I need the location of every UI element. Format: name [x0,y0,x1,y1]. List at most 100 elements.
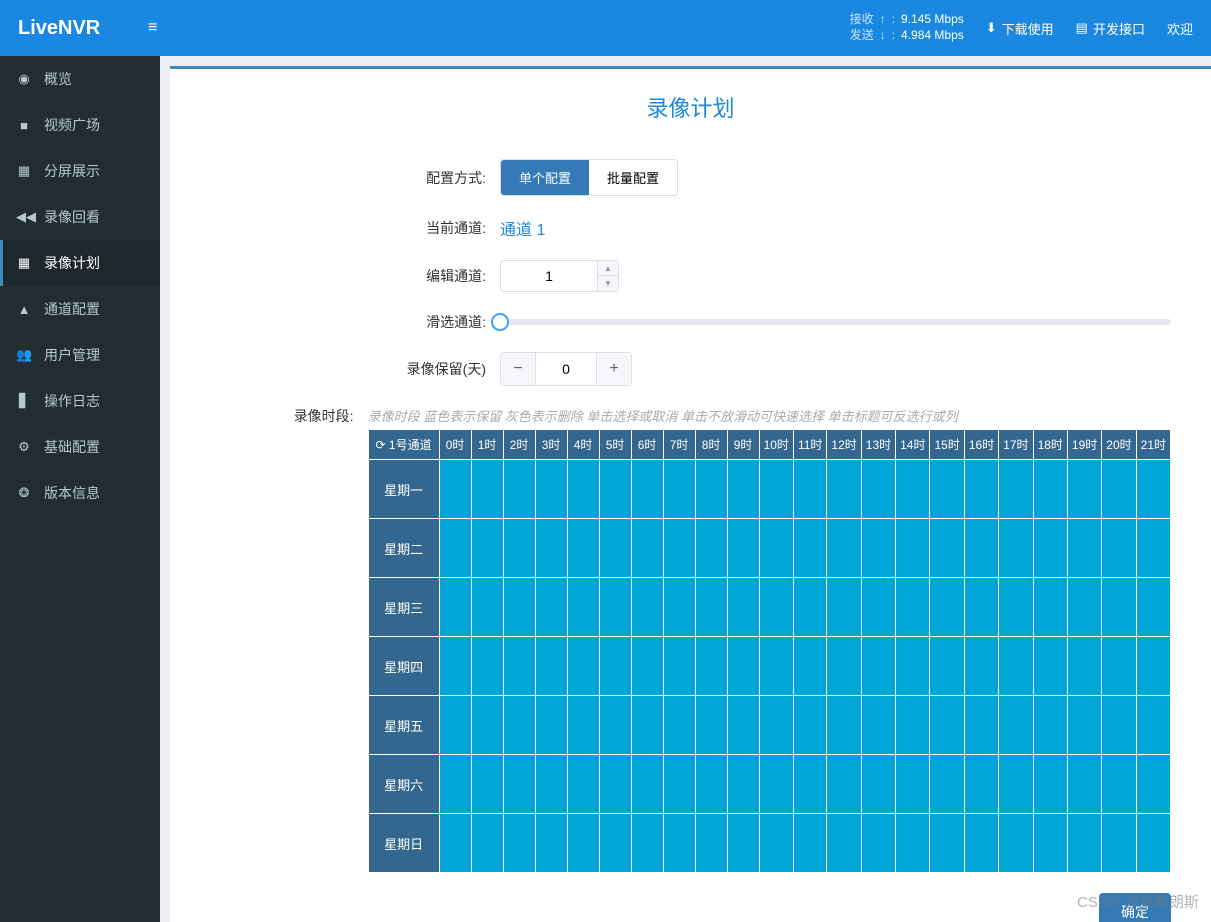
schedule-cell[interactable] [696,755,727,813]
schedule-cell[interactable] [1034,578,1067,636]
schedule-cell[interactable] [999,637,1032,695]
schedule-cell[interactable] [632,814,663,872]
schedule-cell[interactable] [896,578,929,636]
schedule-cell[interactable] [600,755,631,813]
schedule-cell[interactable] [930,578,963,636]
day-header-0[interactable]: 星期一 [369,460,439,518]
schedule-cell[interactable] [664,578,695,636]
schedule-cell[interactable] [999,578,1032,636]
schedule-cell[interactable] [664,460,695,518]
hour-header-20[interactable]: 20时 [1102,430,1135,459]
schedule-cell[interactable] [728,814,759,872]
schedule-cell[interactable] [664,696,695,754]
schedule-cell[interactable] [440,637,471,695]
schedule-cell[interactable] [1068,755,1101,813]
sidebar-item-8[interactable]: ⚙基础配置 [0,424,160,470]
schedule-cell[interactable] [440,696,471,754]
sidebar-item-0[interactable]: ◉概览 [0,56,160,102]
schedule-cell[interactable] [794,578,826,636]
schedule-cell[interactable] [696,814,727,872]
sidebar-item-5[interactable]: ▲通道配置 [0,286,160,332]
hour-header-2[interactable]: 2时 [504,430,535,459]
schedule-cell[interactable] [568,755,599,813]
schedule-cell[interactable] [862,460,895,518]
schedule-cell[interactable] [1137,814,1170,872]
schedule-cell[interactable] [536,578,567,636]
schedule-cell[interactable] [536,814,567,872]
schedule-cell[interactable] [696,460,727,518]
schedule-cell[interactable] [664,755,695,813]
hour-header-5[interactable]: 5时 [600,430,631,459]
schedule-cell[interactable] [1034,637,1067,695]
schedule-cell[interactable] [930,696,963,754]
schedule-cell[interactable] [696,637,727,695]
schedule-cell[interactable] [696,519,727,577]
channel-slider[interactable] [500,319,1171,325]
schedule-cell[interactable] [760,696,793,754]
schedule-cell[interactable] [862,755,895,813]
schedule-cell[interactable] [999,519,1032,577]
schedule-cell[interactable] [896,814,929,872]
schedule-cell[interactable] [472,696,503,754]
schedule-cell[interactable] [1034,755,1067,813]
schedule-cell[interactable] [794,460,826,518]
day-header-3[interactable]: 星期四 [369,637,439,695]
schedule-cell[interactable] [536,519,567,577]
schedule-cell[interactable] [472,637,503,695]
hour-header-9[interactable]: 9时 [728,430,759,459]
schedule-cell[interactable] [862,696,895,754]
schedule-cell[interactable] [999,814,1032,872]
schedule-cell[interactable] [1102,814,1135,872]
schedule-cell[interactable] [999,460,1032,518]
hour-header-16[interactable]: 16时 [965,430,998,459]
schedule-cell[interactable] [600,460,631,518]
schedule-cell[interactable] [1068,637,1101,695]
schedule-cell[interactable] [760,814,793,872]
schedule-cell[interactable] [1034,814,1067,872]
schedule-cell[interactable] [965,460,998,518]
day-header-1[interactable]: 星期二 [369,519,439,577]
schedule-cell[interactable] [999,755,1032,813]
schedule-cell[interactable] [504,637,535,695]
retain-plus-button[interactable]: + [597,353,631,385]
schedule-cell[interactable] [728,755,759,813]
hour-header-21[interactable]: 21时 [1137,430,1170,459]
hour-header-3[interactable]: 3时 [536,430,567,459]
schedule-cell[interactable] [896,755,929,813]
schedule-cell[interactable] [965,696,998,754]
retain-minus-button[interactable]: − [501,353,535,385]
slider-thumb[interactable] [491,313,509,331]
schedule-cell[interactable] [504,696,535,754]
hour-header-6[interactable]: 6时 [632,430,663,459]
schedule-cell[interactable] [1137,578,1170,636]
schedule-cell[interactable] [930,460,963,518]
sidebar-item-1[interactable]: ■视频广场 [0,102,160,148]
schedule-cell[interactable] [536,755,567,813]
schedule-cell[interactable] [600,637,631,695]
schedule-cell[interactable] [504,578,535,636]
hour-header-10[interactable]: 10时 [760,430,793,459]
schedule-cell[interactable] [600,696,631,754]
schedule-cell[interactable] [862,814,895,872]
hour-header-11[interactable]: 11时 [794,430,826,459]
schedule-cell[interactable] [504,460,535,518]
sidebar-item-2[interactable]: ▦分屏展示 [0,148,160,194]
schedule-cell[interactable] [728,519,759,577]
schedule-cell[interactable] [472,460,503,518]
schedule-cell[interactable] [862,578,895,636]
schedule-cell[interactable] [728,637,759,695]
schedule-cell[interactable] [1034,519,1067,577]
day-header-5[interactable]: 星期六 [369,755,439,813]
schedule-cell[interactable] [504,519,535,577]
schedule-cell[interactable] [536,460,567,518]
schedule-cell[interactable] [827,755,860,813]
day-header-4[interactable]: 星期五 [369,696,439,754]
brand-logo[interactable]: LiveNVR [18,17,148,40]
schedule-cell[interactable] [794,637,826,695]
schedule-cell[interactable] [696,696,727,754]
schedule-cell[interactable] [965,519,998,577]
channel-up-button[interactable]: ▲ [598,261,618,276]
schedule-cell[interactable] [1068,578,1101,636]
schedule-cell[interactable] [1068,519,1101,577]
hour-header-8[interactable]: 8时 [696,430,727,459]
